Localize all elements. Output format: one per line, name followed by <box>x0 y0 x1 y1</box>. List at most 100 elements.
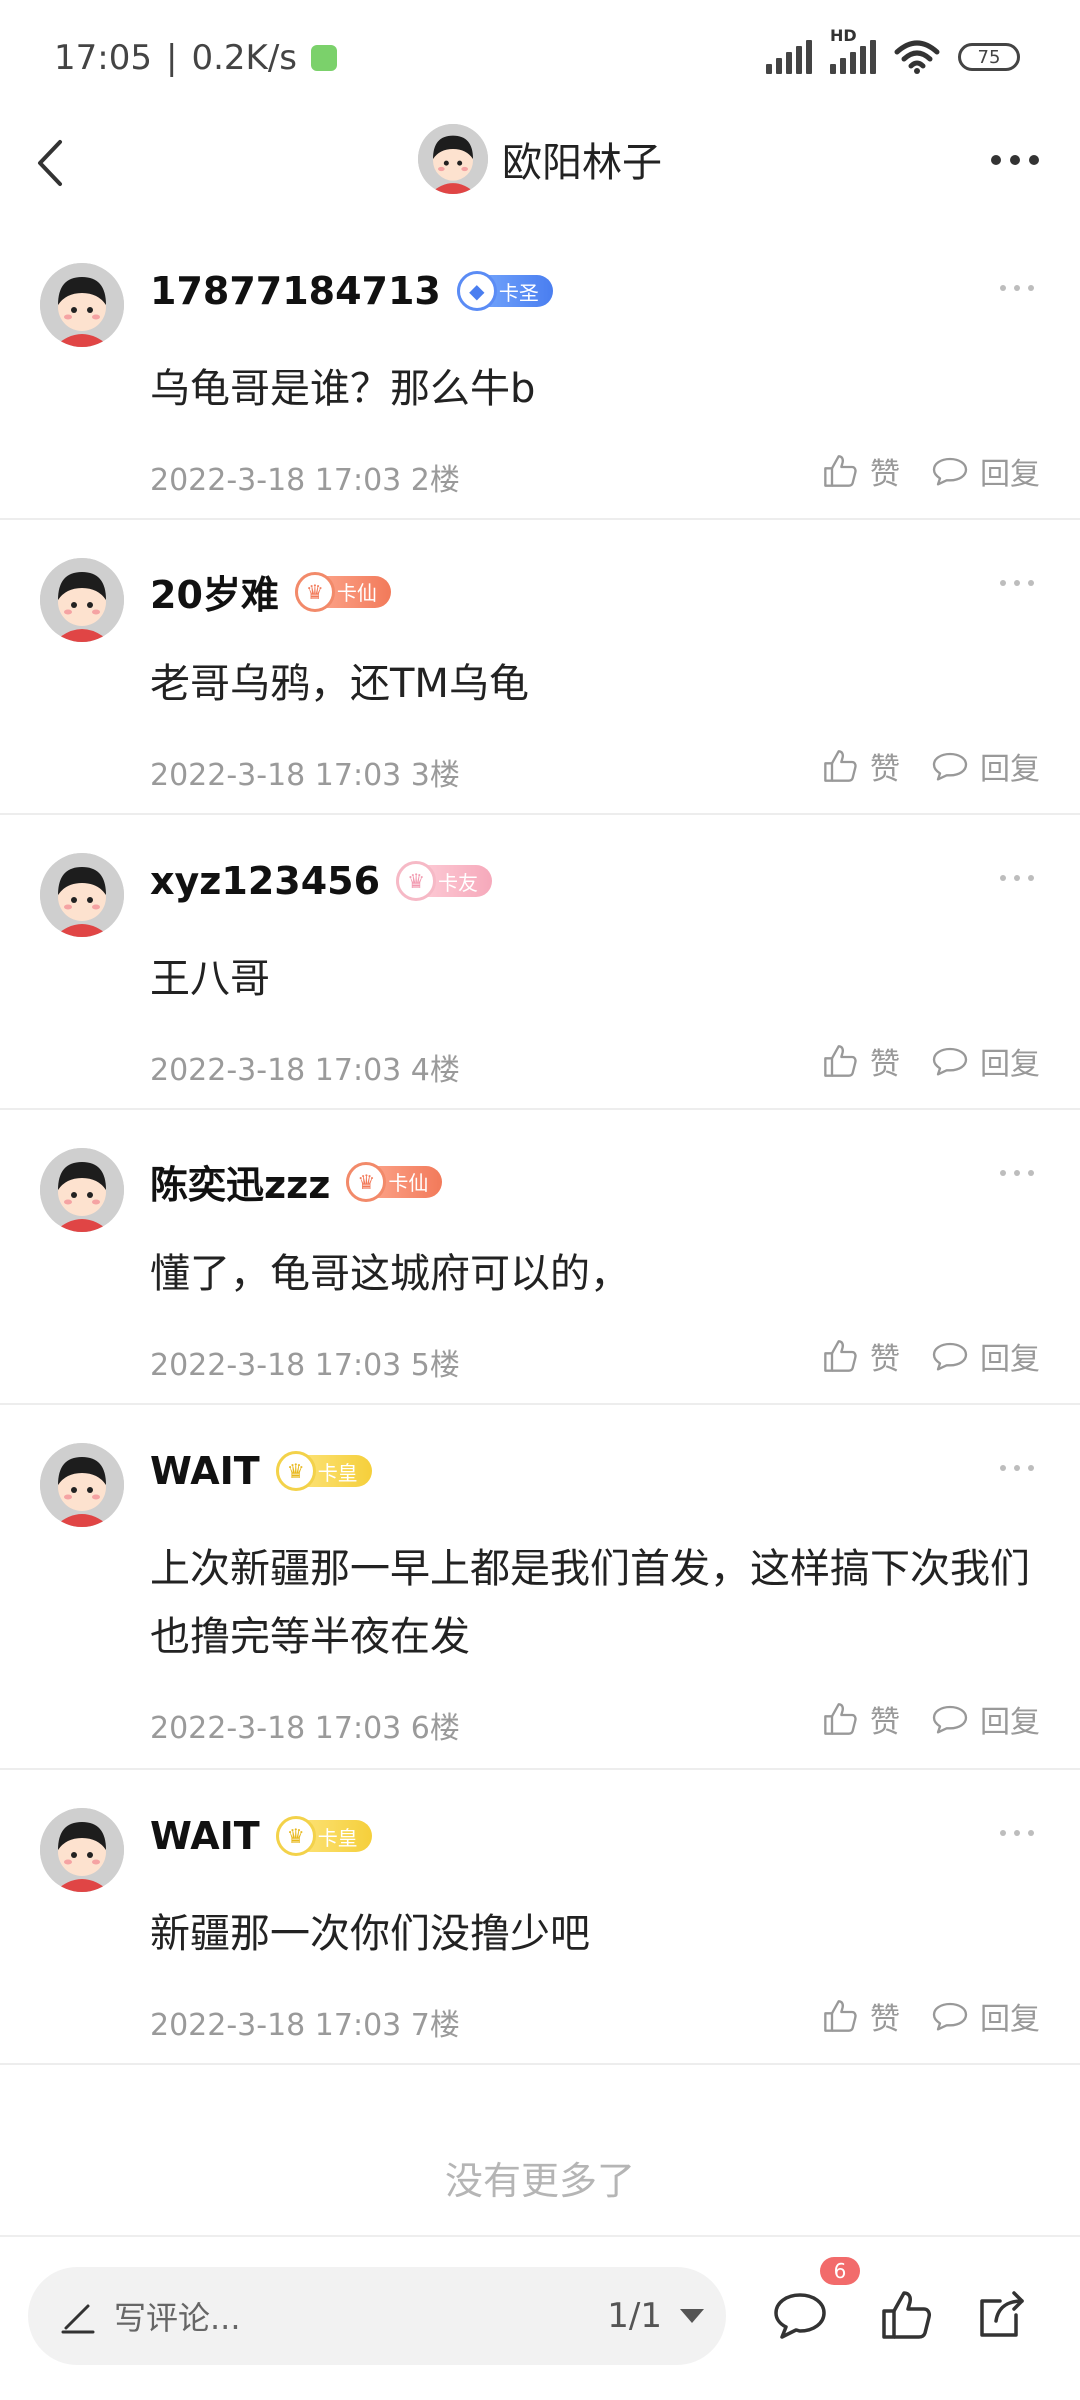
level-badge: ◆ 卡圣 <box>456 271 553 311</box>
comment-text: 上次新疆那一早上都是我们首发，这样搞下次我们也撸完等半夜在发 <box>150 1546 1030 1660</box>
comment-more-icon[interactable] <box>1000 1830 1034 1836</box>
signal-1-icon <box>766 40 812 74</box>
username[interactable]: WAIT <box>150 1814 260 1858</box>
comment-item[interactable]: 陈奕迅zzz ♛ 卡仙 懂了，龟哥这城府可以的， 2022-3-18 17:03… <box>0 1110 1080 1405</box>
like-label: 赞 <box>870 1342 900 1377</box>
comment-time: 2022-3-18 17:03 <box>150 2008 402 2043</box>
level-badge-icon: ◆ <box>456 271 497 311</box>
level-badge-icon: ♛ <box>275 1816 316 1856</box>
more-icon[interactable] <box>980 140 1050 180</box>
comment-floor: 3楼 <box>410 758 460 793</box>
level-badge-label: 卡皇 <box>317 1825 358 1850</box>
reply-label: 回复 <box>980 2002 1040 2037</box>
like-icon <box>820 746 860 786</box>
user-row: 20岁难 ♛ 卡仙 <box>150 564 391 619</box>
wifi-icon <box>894 40 940 74</box>
page-title: 欧阳林子 <box>502 140 662 186</box>
username[interactable]: xyz123456 <box>150 859 380 903</box>
username[interactable]: 陈奕迅zzz <box>150 1154 330 1209</box>
username[interactable]: 17877184713 <box>150 269 441 313</box>
reply-button[interactable]: 回复 <box>930 449 1040 493</box>
like-label: 赞 <box>870 1705 900 1740</box>
username[interactable]: 20岁难 <box>150 564 279 619</box>
battery-icon: 75 <box>958 43 1020 71</box>
comment-more-icon[interactable] <box>1000 875 1034 881</box>
like-icon <box>820 1699 860 1739</box>
comment-actions: 赞 回复 <box>820 1697 1040 1741</box>
like-button[interactable]: 赞 <box>820 1697 900 1741</box>
header-avatar[interactable] <box>418 124 488 194</box>
page-indicator[interactable]: 1/1 <box>607 2296 662 2336</box>
comment-actions: 赞 回复 <box>820 449 1040 493</box>
like-button[interactable]: 赞 <box>820 449 900 493</box>
user-row: WAIT ♛ 卡皇 <box>150 1814 372 1858</box>
user-avatar[interactable] <box>40 853 124 937</box>
like-icon[interactable] <box>876 2285 936 2345</box>
reply-icon <box>930 746 970 786</box>
share-icon[interactable] <box>972 2285 1032 2345</box>
comment-floor: 6楼 <box>410 1711 460 1746</box>
comment-meta: 2022-3-18 17:03 7楼 <box>150 2000 460 2044</box>
hd-label: HD <box>830 26 857 45</box>
level-badge-label: 卡仙 <box>388 1171 429 1195</box>
user-avatar[interactable] <box>40 263 124 347</box>
level-badge: ♛ 卡皇 <box>275 1451 372 1491</box>
comment-text: 乌龟哥是谁？那么牛b <box>150 366 536 412</box>
reply-label: 回复 <box>980 1047 1040 1082</box>
comment-item[interactable]: WAIT ♛ 卡皇 上次新疆那一早上都是我们首发，这样搞下次我们也撸完等半夜在发… <box>0 1405 1080 1770</box>
comment-item[interactable]: xyz123456 ♛ 卡友 王八哥 2022-3-18 17:03 4楼 赞 … <box>0 815 1080 1110</box>
comment-time: 2022-3-18 17:03 <box>150 1053 402 1088</box>
level-badge-label: 卡圣 <box>498 280 539 305</box>
like-button[interactable]: 赞 <box>820 1039 900 1083</box>
user-avatar[interactable] <box>40 1443 124 1527</box>
status-time: 17:05 <box>54 38 152 78</box>
reply-button[interactable]: 回复 <box>930 1697 1040 1741</box>
reply-button[interactable]: 回复 <box>930 1994 1040 2038</box>
comment-item[interactable]: 20岁难 ♛ 卡仙 老哥乌鸦，还TM乌龟 2022-3-18 17:03 3楼 … <box>0 520 1080 815</box>
level-badge-icon: ♛ <box>275 1451 316 1491</box>
comment-placeholder: 写评论... <box>114 2299 241 2337</box>
comment-floor: 5楼 <box>410 1348 460 1383</box>
pencil-icon <box>61 2304 95 2334</box>
reply-button[interactable]: 回复 <box>930 1039 1040 1083</box>
reply-label: 回复 <box>980 1705 1040 1740</box>
comment-more-icon[interactable] <box>1000 1170 1034 1176</box>
like-button[interactable]: 赞 <box>820 1334 900 1378</box>
user-row: 17877184713 ◆ 卡圣 <box>150 269 553 313</box>
comment-time: 2022-3-18 17:03 <box>150 1711 402 1746</box>
like-label: 赞 <box>870 457 900 492</box>
network-speed: 0.2K/s <box>191 38 297 78</box>
comment-floor: 4楼 <box>410 1053 460 1088</box>
reply-button[interactable]: 回复 <box>930 744 1040 788</box>
reply-icon <box>930 1336 970 1376</box>
user-avatar[interactable] <box>40 1148 124 1232</box>
level-badge-label: 卡皇 <box>317 1460 358 1485</box>
comment-more-icon[interactable] <box>1000 580 1034 586</box>
comment-text: 懂了，龟哥这城府可以的， <box>150 1251 630 1297</box>
like-button[interactable]: 赞 <box>820 1994 900 2038</box>
comment-item[interactable]: WAIT ♛ 卡皇 新疆那一次你们没撸少吧 2022-3-18 17:03 7楼… <box>0 1770 1080 2065</box>
comment-input[interactable]: 写评论... 1/1 <box>28 2267 726 2365</box>
page-header: 欧阳林子 <box>0 110 1080 220</box>
like-button[interactable]: 赞 <box>820 744 900 788</box>
level-badge: ♛ 卡仙 <box>294 571 391 612</box>
like-label: 赞 <box>870 752 900 787</box>
comment-item[interactable]: 17877184713 ◆ 卡圣 乌龟哥是谁？那么牛b 2022-3-18 17… <box>0 225 1080 520</box>
reply-button[interactable]: 回复 <box>930 1334 1040 1378</box>
user-avatar[interactable] <box>40 558 124 642</box>
username[interactable]: WAIT <box>150 1449 260 1493</box>
comment-text: 老哥乌鸦，还TM乌龟 <box>150 661 529 707</box>
comment-icon[interactable] <box>770 2285 830 2345</box>
comment-floor: 2楼 <box>410 463 460 498</box>
comment-more-icon[interactable] <box>1000 285 1034 291</box>
comment-meta: 2022-3-18 17:03 2楼 <box>150 455 460 499</box>
chevron-down-icon[interactable] <box>680 2309 704 2323</box>
user-row: 陈奕迅zzz ♛ 卡仙 <box>150 1154 443 1209</box>
level-badge-icon: ♛ <box>294 571 335 612</box>
comment-more-icon[interactable] <box>1000 1465 1034 1471</box>
comment-meta: 2022-3-18 17:03 5楼 <box>150 1340 460 1384</box>
comment-floor: 7楼 <box>410 2008 460 2043</box>
status-left: 17:05 | 0.2K/s <box>54 38 337 78</box>
user-avatar[interactable] <box>40 1808 124 1892</box>
level-badge-label: 卡仙 <box>336 581 377 605</box>
